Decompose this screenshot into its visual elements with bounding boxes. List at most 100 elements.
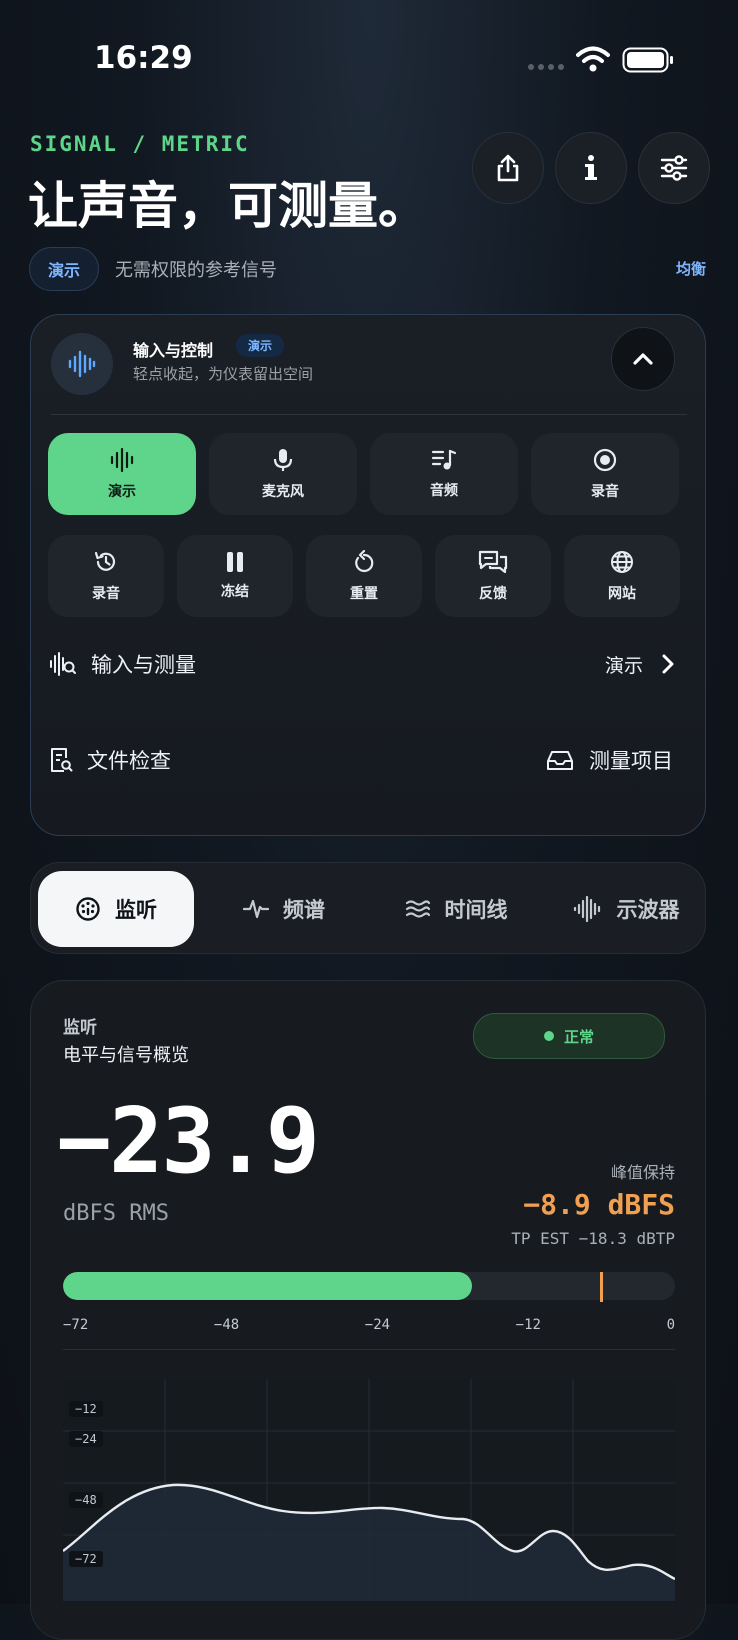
true-peak-estimate: TP EST −18.3 dBTP <box>511 1229 675 1248</box>
pause-icon <box>225 551 245 573</box>
share-button[interactable] <box>472 132 544 204</box>
graph-label: −48 <box>69 1492 103 1508</box>
level-meter <box>63 1272 675 1300</box>
status-time: 16:29 <box>94 40 193 76</box>
source-audio-button[interactable]: 音频 <box>370 433 518 515</box>
action-website-label: 网站 <box>608 586 636 602</box>
tab-oscilloscope[interactable]: 示波器 <box>546 871 706 947</box>
balance-link[interactable]: 均衡 <box>676 258 706 279</box>
status-badge-label: 正常 <box>563 1027 594 1046</box>
collapse-button[interactable] <box>611 327 675 391</box>
card-divider <box>63 1349 675 1350</box>
source-record-label: 录音 <box>591 484 619 500</box>
source-record-button[interactable]: 录音 <box>531 433 679 515</box>
graph-label: −12 <box>69 1401 103 1417</box>
source-demo-label: 演示 <box>108 484 136 500</box>
tab-monitor-label: 监听 <box>115 898 157 922</box>
globe-icon <box>609 549 635 575</box>
action-reset-button[interactable]: 重置 <box>306 535 422 617</box>
scale-tick: −48 <box>213 1317 240 1333</box>
music-list-icon <box>431 448 457 472</box>
level-history-graph: −12 −24 −48 −72 <box>63 1379 675 1601</box>
feedback-icon <box>477 549 509 575</box>
scale-tick: 0 <box>666 1317 675 1333</box>
action-feedback-button[interactable]: 反馈 <box>435 535 551 617</box>
view-tabs: 监听 频谱 时间线 示波器 <box>30 862 706 954</box>
panel-badge: 演示 <box>236 334 285 357</box>
panel-title: 输入与控制 <box>133 341 214 360</box>
meter-scale: −72 −48 −24 −12 0 <box>63 1317 675 1333</box>
source-audio-label: 音频 <box>430 483 458 499</box>
status-badge: 正常 <box>473 1013 665 1059</box>
oscilloscope-icon <box>573 895 603 923</box>
level-readout: −23.9 <box>57 1089 320 1194</box>
action-freeze-button[interactable]: 冻结 <box>177 535 293 617</box>
panel-icon-badge <box>51 333 113 395</box>
meter-icon <box>75 896 101 922</box>
tray-icon <box>545 748 575 772</box>
panel-divider <box>51 414 687 415</box>
record-icon <box>592 447 618 473</box>
monitor-card: 监听 电平与信号概览 正常 −23.9 dBFS RMS 峰值保持 −8.9 d… <box>30 980 706 1640</box>
chevron-right-icon <box>661 653 675 675</box>
scale-tick: −24 <box>364 1317 391 1333</box>
wifi-icon <box>576 46 610 72</box>
battery-icon <box>622 47 674 73</box>
input-measurement-value: 演示 <box>605 655 644 677</box>
input-control-panel: 输入与控制 演示 轻点收起，为仪表留出空间 演示 麦克风 音频 录音 录音 冻结… <box>30 314 706 836</box>
status-dot-icon <box>543 1031 554 1041</box>
source-microphone-label: 麦克风 <box>262 484 304 500</box>
action-feedback-label: 反馈 <box>479 586 507 602</box>
action-website-button[interactable]: 网站 <box>564 535 680 617</box>
peak-hold-value: −8.9 dBFS <box>523 1188 675 1221</box>
waves-icon <box>405 898 431 920</box>
file-check-button[interactable]: 文件检查 <box>49 745 171 775</box>
scale-tick: −12 <box>515 1317 541 1333</box>
action-freeze-label: 冻结 <box>221 584 249 600</box>
tab-timeline-label: 时间线 <box>444 898 508 922</box>
tab-monitor[interactable]: 监听 <box>38 871 194 947</box>
info-icon <box>582 154 600 182</box>
reset-icon <box>352 549 376 575</box>
mode-chip[interactable]: 演示 <box>29 247 99 291</box>
tab-oscilloscope-label: 示波器 <box>616 898 680 922</box>
input-measurement-label: 输入与测量 <box>91 653 196 677</box>
panel-hint: 轻点收起，为仪表留出空间 <box>133 365 314 383</box>
monitor-subtitle: 电平与信号概览 <box>63 1045 189 1066</box>
graph-label: −24 <box>69 1431 103 1447</box>
info-button[interactable] <box>555 132 627 204</box>
microphone-icon <box>272 447 294 473</box>
measurement-projects-button[interactable]: 测量项目 <box>545 745 673 775</box>
measurement-projects-label: 测量项目 <box>589 749 673 773</box>
header-subtitle: 无需权限的参考信号 <box>115 260 277 281</box>
action-record-history-button[interactable]: 录音 <box>48 535 164 617</box>
action-record-label: 录音 <box>92 586 120 602</box>
monitor-section-title: 监听 <box>63 1018 97 1038</box>
tab-timeline[interactable]: 时间线 <box>376 871 536 947</box>
app-eyebrow: SIGNAL / METRIC <box>30 132 250 156</box>
cellular-signal-icon <box>528 64 564 70</box>
source-demo-button[interactable]: 演示 <box>48 433 196 515</box>
page-title: 让声音，可测量。 <box>28 177 428 235</box>
file-check-label: 文件检查 <box>87 749 171 773</box>
waveform-search-icon <box>49 651 77 677</box>
peak-hold-label: 峰值保持 <box>610 1163 675 1182</box>
waveform-icon <box>109 447 135 473</box>
scale-tick: −72 <box>63 1317 89 1333</box>
graph-label: −72 <box>69 1551 103 1567</box>
tab-spectrum[interactable]: 频谱 <box>206 871 362 947</box>
tab-spectrum-label: 频谱 <box>283 898 325 922</box>
share-icon <box>494 153 522 183</box>
level-meter-fill <box>63 1272 472 1300</box>
level-unit: dBFS RMS <box>63 1201 169 1226</box>
peak-hold-marker <box>599 1272 603 1302</box>
action-reset-label: 重置 <box>350 586 378 602</box>
source-microphone-button[interactable]: 麦克风 <box>209 433 357 515</box>
waveform-icon <box>67 349 97 379</box>
history-icon <box>93 549 119 575</box>
pulse-icon <box>243 898 269 920</box>
settings-button[interactable] <box>638 132 710 204</box>
chevron-up-icon <box>632 352 654 366</box>
document-search-icon <box>49 746 73 774</box>
input-measurement-row[interactable]: 输入与测量 <box>49 649 196 679</box>
